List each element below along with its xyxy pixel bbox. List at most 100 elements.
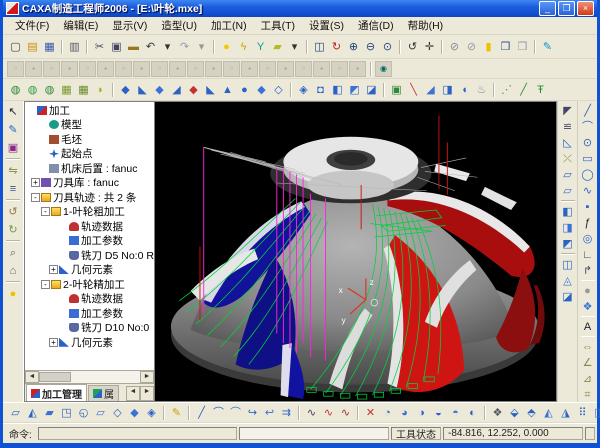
tree-item-path-data[interactable]: 轨迹数据 [25,292,154,307]
draft-feature-icon[interactable]: ◈ [295,82,312,98]
blend-surface-icon[interactable]: ◆ [126,405,143,421]
disabled-tool-icon[interactable]: ▪ [25,61,42,77]
command-input[interactable] [38,427,237,440]
viewport-3d[interactable]: z x y [155,101,557,402]
dim-angle-icon[interactable]: ∠ [579,355,596,370]
draw-spline-icon[interactable]: ∿ [579,183,596,198]
tree-item-mill-tool[interactable]: 铣刀 D10 No:0 [25,321,154,336]
plane-tool-icon[interactable]: ◫ [559,257,576,272]
assembly-icon[interactable]: ◩ [559,236,576,251]
offset-surface-icon[interactable]: ▱ [92,405,109,421]
tree-item-rough-machining[interactable]: - 1-叶轮粗加工 [25,205,154,220]
disabled-tool-icon[interactable]: ▫ [43,61,60,77]
line-tool-icon[interactable]: ╱ [515,82,532,98]
tree-item-machine-post[interactable]: 机床后置 : fanuc [25,161,154,176]
undo-caret-icon[interactable]: ▾ [159,39,176,55]
draw-line-icon[interactable]: ╱ [193,405,210,421]
dim-leader-icon[interactable]: ⌗ [579,387,596,402]
disabled-tool-icon[interactable]: ▪ [241,61,258,77]
tree-item-toolpaths[interactable]: - 刀具轨迹 : 共 2 条 [25,190,154,205]
disabled-tool-icon[interactable]: ▪ [169,61,186,77]
extract-curve-icon[interactable]: ◕ [396,405,413,421]
disabled-tool-icon[interactable]: ▪ [205,61,222,77]
sphere-tool-icon[interactable]: ◍ [41,82,58,98]
palette-caret-icon[interactable]: ▾ [286,39,303,55]
lamp-tool-icon[interactable]: ● [5,285,22,302]
tab-machining-manager[interactable]: 加工管理 [26,384,87,401]
loft-feature-icon[interactable]: ◢ [168,82,185,98]
menu-tools[interactable]: 工具(T) [255,17,301,34]
sketch-plane-icon[interactable]: ◤ [559,103,576,118]
tab-scroll-right-icon[interactable]: ► [140,386,154,401]
solid-chamfer-icon[interactable]: ◮ [557,405,574,421]
sphere-tool-icon[interactable]: ◍ [24,82,41,98]
part-view-icon[interactable]: ◨ [559,220,576,235]
surface-stitch-icon[interactable]: ◖ [456,82,473,98]
sweep-feature-icon[interactable]: ◆ [151,82,168,98]
delete-tool-icon[interactable]: ⇋ [5,162,22,179]
filter-icon[interactable]: Y [252,39,269,55]
project-curve-icon[interactable]: ✕ [362,405,379,421]
draw-curve2-icon[interactable]: ↩ [261,405,278,421]
disabled-tool-icon[interactable]: ▫ [331,61,348,77]
text-tool-icon[interactable]: A [579,319,596,334]
sphere-solid-icon[interactable]: ● [579,283,596,298]
surface-trim-icon[interactable]: ╲ [405,82,422,98]
minimize-button[interactable]: _ [539,1,556,16]
tree-toggle[interactable]: + [49,338,58,347]
constraint-icon[interactable]: ≌ [559,119,576,134]
polyline-icon[interactable]: ∿ [303,405,320,421]
blend-solid-icon[interactable]: ❖ [579,299,596,314]
sweep-surface-icon[interactable]: ◳ [58,405,75,421]
restore-button[interactable]: ❐ [558,1,575,16]
cut-icon[interactable]: ✂ [91,39,108,55]
copy-icon[interactable]: ▣ [108,39,125,55]
draw-circle-icon[interactable]: ⊙ [579,135,596,150]
properties-tool-icon[interactable]: ⌂ [5,262,22,279]
fit-curve-icon[interactable]: ◐ [464,405,481,421]
tree-item-start-point[interactable]: 起始点 [25,147,154,162]
draw-arc2-icon[interactable]: ⌒ [227,405,244,421]
disabled-tool-icon[interactable]: ▫ [115,61,132,77]
scroll-left-icon[interactable]: ◄ [25,371,39,383]
mesh-tool-icon[interactable]: ▦ [58,82,75,98]
draw-arc-icon[interactable]: ⌒ [210,405,227,421]
disabled-tool-icon[interactable]: ▪ [133,61,150,77]
menu-file[interactable]: 文件(F) [9,17,55,34]
menu-help[interactable]: 帮助(H) [402,17,450,34]
surface-patch-icon[interactable]: ▣ [388,82,405,98]
menu-comm[interactable]: 通信(D) [352,17,400,34]
draw-polyline-icon[interactable]: ∟ [579,247,596,262]
tree-item-model[interactable]: 模型 [25,118,154,133]
print-icon[interactable]: ▥ [66,39,83,55]
mirror-feature-icon[interactable]: ◧ [329,82,346,98]
menu-edit[interactable]: 编辑(E) [57,17,104,34]
draw-arc-icon[interactable]: ⌒ [579,119,596,134]
zoom-window-icon[interactable]: ⊙ [379,39,396,55]
pan-view-icon[interactable]: ✛ [421,39,438,55]
menu-display[interactable]: 显示(V) [106,17,153,34]
lamp-icon[interactable]: ● [218,39,235,55]
probe-tool-icon[interactable]: Ŧ [532,82,549,98]
render-mode-icon[interactable]: ▣ [5,139,22,156]
tree-item-geometry[interactable]: + 几何元素 [25,335,154,350]
surface-extend-icon[interactable]: ◢ [422,82,439,98]
grid-icon[interactable]: ▱ [559,167,576,182]
scale-feature-icon[interactable]: ◩ [346,82,363,98]
surface-offset-icon[interactable]: ◨ [439,82,456,98]
disabled-tool-icon[interactable]: ▪ [277,61,294,77]
hide-entity-icon[interactable]: ⊘ [446,39,463,55]
tree-item-machining-params[interactable]: 加工参数 [25,234,154,249]
bring-front-icon[interactable]: ❒ [497,39,514,55]
disabled-tool-icon[interactable]: ▪ [349,61,366,77]
solid-subtract-icon[interactable]: ⬙ [506,405,523,421]
scrollbar-thumb[interactable] [39,372,71,382]
tree-item-machining-params[interactable]: 加工参数 [25,306,154,321]
surface-fill-icon[interactable]: ♨ [473,82,490,98]
dim-radius-icon[interactable]: ⊿ [579,371,596,386]
tree-toggle[interactable]: - [41,280,50,289]
scroll-right-icon[interactable]: ► [140,371,154,383]
solid-array-icon[interactable]: ⠿ [574,405,591,421]
close-button[interactable]: × [577,1,594,16]
tab-scroll-left-icon[interactable]: ◄ [126,386,140,401]
